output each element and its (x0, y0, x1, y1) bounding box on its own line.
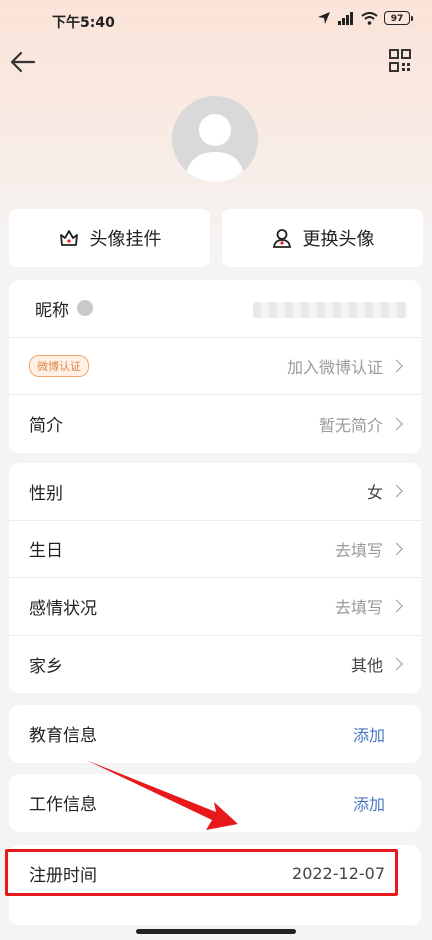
user-icon (272, 229, 291, 248)
chevron-right-icon (390, 542, 403, 556)
education-card: 教育信息 添加 (9, 705, 421, 763)
status-icons: 97 (317, 11, 413, 25)
crown-icon (77, 300, 93, 317)
weibo-verify-row[interactable]: 微博认证 加入微博认证 (9, 338, 421, 395)
avatar-actions: 头像挂件 更换头像 (9, 209, 423, 267)
work-card: 工作信息 添加 (9, 774, 421, 832)
nickname-value-blurred (253, 302, 407, 318)
relationship-row[interactable]: 感情状况 去填写 (9, 578, 421, 636)
pendant-icon (59, 230, 78, 246)
relationship-value: 去填写 (334, 598, 383, 618)
signal-icon (338, 11, 353, 25)
avatar[interactable] (172, 96, 258, 182)
wifi-icon (361, 11, 378, 25)
status-bar: 下午5:40 97 (0, 0, 432, 40)
nickname-label: 昵称 (35, 300, 69, 321)
home-indicator (136, 929, 296, 934)
location-icon (318, 12, 330, 24)
annotation-highlight-box (5, 849, 398, 896)
hometown-value: 其他 (350, 656, 383, 676)
avatar-pendant-button[interactable]: 头像挂件 (9, 209, 210, 267)
personal-info-card: 性别 女 生日 去填写 感情状况 去填写 家乡 其他 (9, 463, 421, 693)
birthday-row[interactable]: 生日 去填写 (9, 521, 421, 578)
hometown-row[interactable]: 家乡 其他 (9, 636, 421, 694)
verify-badge: 微博认证 (29, 354, 89, 377)
education-label: 教育信息 (29, 726, 97, 747)
profile-card: 昵称 微博认证 加入微博认证 简介 暂无简介 (9, 280, 421, 453)
chevron-right-icon (390, 657, 403, 671)
gender-value: 女 (366, 483, 383, 503)
intro-label: 简介 (29, 416, 63, 437)
hometown-label: 家乡 (29, 656, 63, 677)
qr-code-icon[interactable] (388, 48, 412, 74)
status-time: 下午5:40 (52, 15, 115, 31)
back-arrow-icon[interactable] (8, 48, 40, 76)
birthday-value: 去填写 (334, 540, 383, 560)
chevron-right-icon (390, 599, 403, 613)
avatar-pendant-label: 头像挂件 (89, 229, 162, 250)
top-bar (0, 42, 432, 82)
relationship-label: 感情状况 (29, 598, 97, 619)
chevron-right-icon (390, 484, 403, 498)
intro-value: 暂无简介 (318, 415, 383, 435)
education-row[interactable]: 教育信息 添加 (9, 705, 421, 763)
gender-label: 性别 (29, 483, 63, 504)
intro-row[interactable]: 简介 暂无简介 (9, 395, 421, 453)
work-row[interactable]: 工作信息 添加 (9, 774, 421, 832)
change-avatar-label: 更换头像 (302, 229, 375, 250)
education-add-button[interactable]: 添加 (353, 722, 385, 746)
chevron-right-icon (390, 359, 403, 373)
nickname-row[interactable]: 昵称 (9, 280, 421, 338)
birthday-label: 生日 (29, 541, 63, 562)
gender-row[interactable]: 性别 女 (9, 463, 421, 521)
verify-action: 加入微博认证 (286, 357, 383, 377)
battery-icon: 97 (384, 11, 413, 25)
default-avatar-icon (185, 114, 245, 182)
work-label: 工作信息 (29, 795, 97, 816)
chevron-right-icon (390, 417, 403, 431)
work-add-button[interactable]: 添加 (353, 791, 385, 815)
change-avatar-button[interactable]: 更换头像 (222, 209, 423, 267)
